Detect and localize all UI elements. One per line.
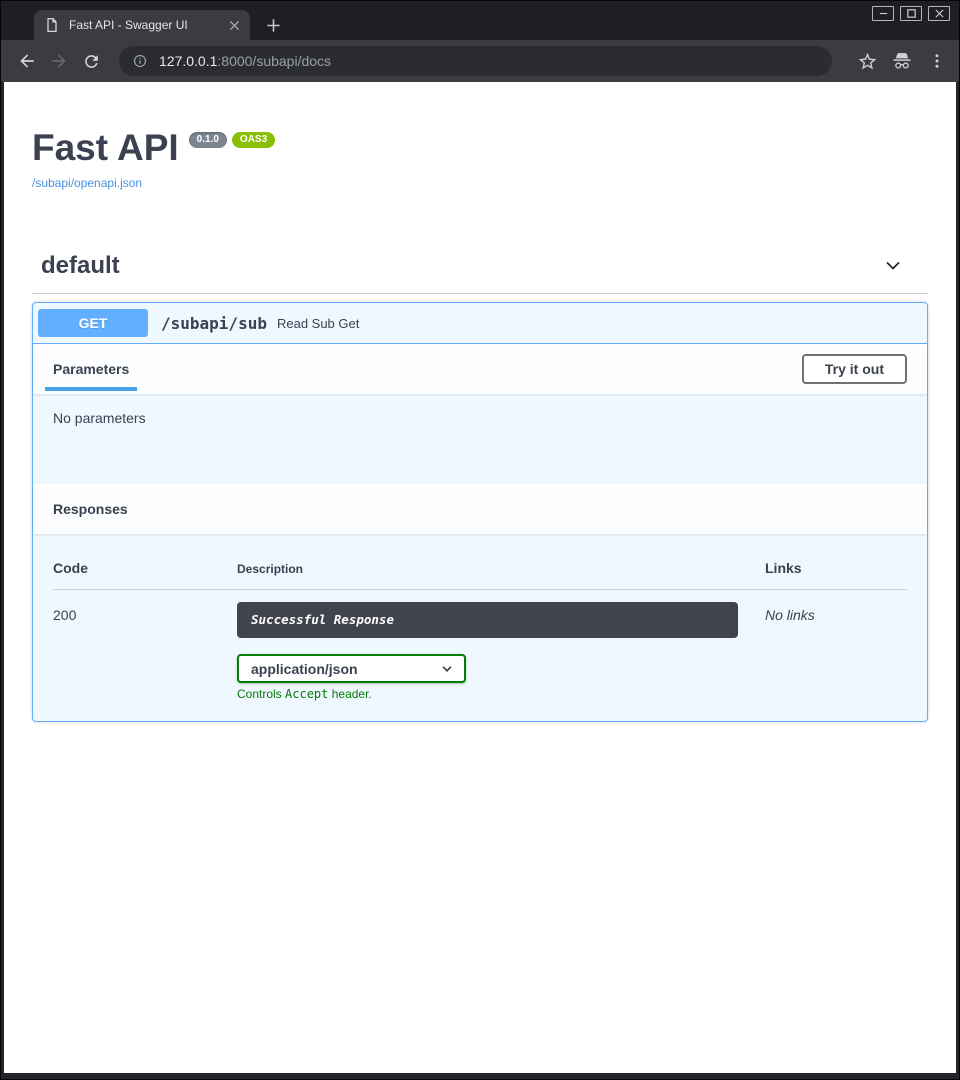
- url-host: 127.0.0.1: [159, 53, 217, 69]
- column-header-description: Description: [237, 562, 765, 576]
- parameters-title: Parameters: [53, 361, 129, 377]
- openapi-spec-link[interactable]: /subapi/openapi.json: [32, 176, 142, 190]
- api-badges: 0.1.0 OAS3: [189, 132, 275, 148]
- operation-path: /subapi/sub: [161, 314, 267, 333]
- response-links: No links: [765, 602, 907, 701]
- swagger-ui: Fast API 0.1.0 OAS3 /subapi/openapi.json…: [4, 82, 956, 722]
- url-path: :8000/subapi/docs: [217, 53, 331, 69]
- site-info-icon[interactable]: [132, 53, 148, 69]
- tag-section-header[interactable]: default: [32, 252, 928, 294]
- select-chevron-down-icon: [440, 662, 454, 676]
- browser-titlebar: Fast API - Swagger UI: [1, 1, 959, 40]
- media-type-value: application/json: [251, 661, 358, 677]
- section-chevron-down-icon[interactable]: [882, 257, 904, 275]
- response-code: 200: [53, 602, 237, 701]
- tab-title: Fast API - Swagger UI: [69, 18, 226, 32]
- forward-icon[interactable]: [45, 47, 73, 75]
- method-badge: GET: [38, 309, 148, 337]
- column-header-links: Links: [765, 560, 907, 576]
- window-close-icon[interactable]: [928, 6, 950, 21]
- document-favicon-icon: [44, 17, 60, 33]
- maximize-icon[interactable]: [900, 6, 922, 21]
- incognito-icon: [890, 49, 914, 73]
- minimize-icon[interactable]: [872, 6, 894, 21]
- browser-toolbar: 127.0.0.1:8000/subapi/docs: [1, 40, 959, 82]
- responses-title: Responses: [53, 501, 128, 517]
- back-icon[interactable]: [13, 47, 41, 75]
- address-bar[interactable]: 127.0.0.1:8000/subapi/docs: [119, 46, 832, 76]
- browser-tab[interactable]: Fast API - Swagger UI: [34, 10, 250, 40]
- window-controls: [872, 6, 950, 21]
- browser-window: Fast API - Swagger UI: [0, 0, 960, 1080]
- operation-summary[interactable]: GET /subapi/sub Read Sub Get: [33, 303, 927, 344]
- response-description-cell: Successful Response application/json: [237, 602, 765, 701]
- tab-close-icon[interactable]: [226, 17, 242, 33]
- bookmark-star-icon[interactable]: [855, 49, 879, 73]
- parameters-body: No parameters: [33, 394, 927, 484]
- no-parameters-text: No parameters: [53, 410, 146, 426]
- response-description-box: Successful Response: [237, 602, 738, 638]
- oas3-badge: OAS3: [232, 132, 275, 148]
- responses-header: Responses: [33, 484, 927, 534]
- reload-icon[interactable]: [77, 47, 105, 75]
- url-text: 127.0.0.1:8000/subapi/docs: [159, 53, 331, 69]
- active-tab-underline: [45, 387, 137, 391]
- parameters-header: Parameters Try it out: [33, 344, 927, 394]
- responses-body: Code Description Links 200 Successful Re…: [33, 534, 927, 721]
- api-title: Fast API: [32, 129, 179, 167]
- version-badge: 0.1.0: [189, 132, 227, 148]
- tag-title: default: [41, 252, 120, 280]
- accept-header-hint: Controls Accept header.: [237, 687, 765, 701]
- new-tab-icon[interactable]: [262, 14, 284, 36]
- hint-prefix: Controls: [237, 687, 285, 701]
- media-type-select[interactable]: application/json: [237, 654, 466, 683]
- tab-parameters[interactable]: Parameters: [53, 344, 129, 394]
- tag-section: default GET /subapi/sub Read Sub Get: [32, 252, 928, 722]
- responses-table-header: Code Description Links: [53, 548, 907, 590]
- response-row-200: 200 Successful Response application/json: [53, 590, 907, 701]
- try-it-out-button[interactable]: Try it out: [802, 354, 907, 384]
- api-info: Fast API 0.1.0 OAS3 /subapi/openapi.json: [32, 129, 928, 192]
- operation-description: Read Sub Get: [277, 316, 359, 331]
- column-header-code: Code: [53, 560, 237, 576]
- page-content: Fast API 0.1.0 OAS3 /subapi/openapi.json…: [4, 82, 956, 1073]
- menu-dots-icon[interactable]: [925, 49, 949, 73]
- hint-code: Accept: [285, 687, 328, 701]
- opblock-get: GET /subapi/sub Read Sub Get Parameters …: [32, 302, 928, 722]
- hint-suffix: header.: [328, 687, 371, 701]
